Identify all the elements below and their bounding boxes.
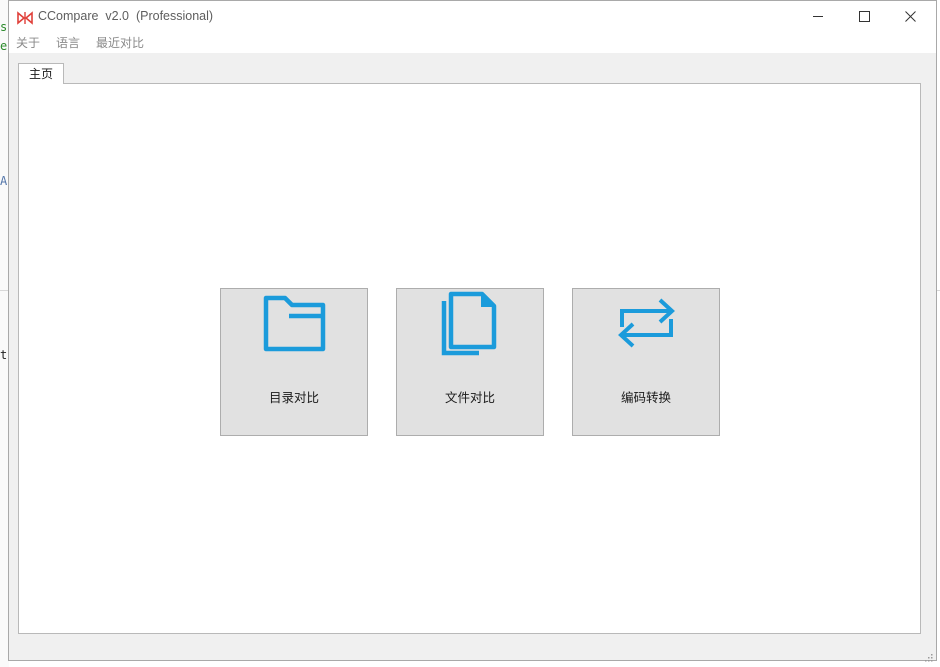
files-icon xyxy=(437,291,503,357)
title-bar[interactable]: CCompare v2.0 (Professional) xyxy=(9,1,936,33)
encoding-convert-label: 编码转换 xyxy=(620,390,671,405)
minimize-icon xyxy=(812,11,824,22)
background-code-char: A xyxy=(0,174,8,188)
convert-arrows-icon xyxy=(613,291,679,357)
file-compare-label: 文件对比 xyxy=(444,390,495,405)
folder-compare-tile[interactable]: 目录对比 xyxy=(220,288,368,436)
background-code-char: t xyxy=(0,348,8,362)
folder-compare-label: 目录对比 xyxy=(268,390,319,405)
window-title: CCompare v2.0 (Professional) xyxy=(38,9,214,23)
app-window: CCompare v2.0 (Professional) 关于 语言 最近对比 … xyxy=(8,0,937,662)
close-button[interactable] xyxy=(887,1,933,32)
folder-icon xyxy=(261,291,327,357)
background-code-char: e xyxy=(0,39,8,53)
minimize-button[interactable] xyxy=(795,1,841,32)
menu-bar: 关于 语言 最近对比 xyxy=(9,33,936,53)
background-code-char: s xyxy=(0,20,8,34)
file-compare-tile[interactable]: 文件对比 xyxy=(396,288,544,436)
menu-language[interactable]: 语言 xyxy=(56,33,80,53)
resize-grip-icon[interactable] xyxy=(923,647,933,662)
menu-about[interactable]: 关于 xyxy=(16,33,40,53)
home-tab-panel: 目录对比 文件对比 编码转换 xyxy=(18,83,921,634)
menu-recent-compare[interactable]: 最近对比 xyxy=(96,33,144,53)
encoding-convert-tile[interactable]: 编码转换 xyxy=(572,288,720,436)
maximize-icon xyxy=(858,11,870,22)
ccompare-logo-icon xyxy=(17,10,33,25)
close-icon xyxy=(904,11,916,22)
tab-home[interactable]: 主页 xyxy=(18,63,64,84)
maximize-button[interactable] xyxy=(841,1,887,32)
